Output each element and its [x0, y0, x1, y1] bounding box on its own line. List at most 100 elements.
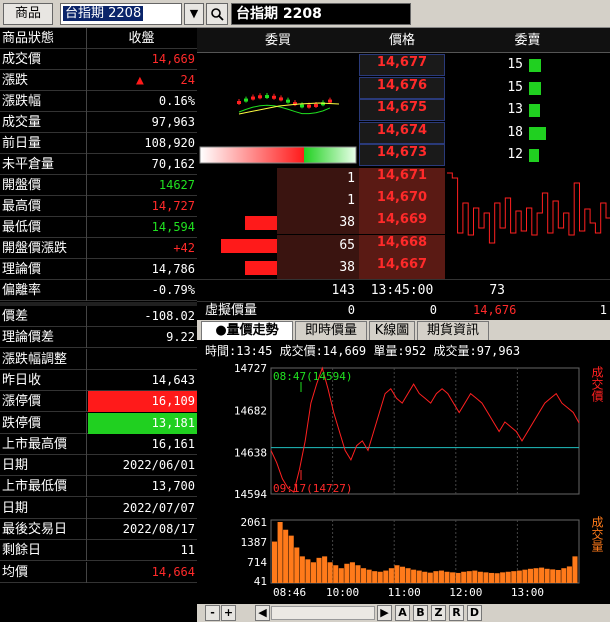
quote-label: 開盤價: [0, 175, 87, 196]
volume-tick-label: 41: [254, 575, 267, 588]
tab-0[interactable]: ●量價走勢: [201, 321, 293, 340]
volume-bar: [455, 572, 461, 583]
ask-price[interactable]: 14,676: [359, 76, 445, 99]
ask-qty: 12: [507, 147, 523, 162]
quote-value-text: 108,920: [144, 136, 195, 150]
quote-row: 上市最低價 13,700: [0, 476, 197, 498]
bid-qty: 38: [277, 212, 359, 235]
search-icon[interactable]: [206, 3, 228, 25]
quote-row: 價差 -108.02: [0, 306, 197, 327]
high-annotation: 09:17(14727): [273, 482, 352, 495]
quote-header-row: 商品狀態 收盤: [0, 28, 197, 49]
volume-bar: [299, 556, 305, 583]
quote-row: 理論價 14,786: [0, 259, 197, 280]
quote-value: +42: [88, 238, 197, 259]
quote-value-text: +42: [173, 241, 195, 255]
quote-row: 跌停價 13,181: [0, 412, 197, 434]
ask-volume-bar: [529, 126, 546, 140]
time-tick-label: 08:46: [273, 586, 306, 599]
bid-total: 143: [277, 280, 359, 302]
volume-bar: [327, 562, 333, 583]
quote-label: 最高價: [0, 196, 87, 217]
a-button[interactable]: A: [395, 605, 410, 621]
volume-bar: [388, 568, 394, 583]
zoom-out-button[interactable]: -: [205, 605, 220, 621]
volume-bar: [488, 572, 495, 583]
bid-qty: 1: [277, 168, 359, 190]
ask-price[interactable]: 14,673: [359, 144, 445, 166]
r-button[interactable]: R: [449, 605, 464, 621]
quote-value-text: 13,181: [151, 415, 195, 430]
volume-bar: [544, 568, 550, 583]
bid-price[interactable]: 14,667: [359, 256, 445, 279]
ask-volume-bar: [529, 59, 541, 72]
bid-price[interactable]: 14,669: [359, 212, 445, 235]
low-annotation: 08:47(14594): [273, 370, 352, 383]
quote-value: 14,594: [88, 217, 197, 238]
tab-2[interactable]: K線圖: [369, 321, 415, 340]
quote-value-text: 13,700: [151, 479, 195, 494]
quote-label: 成交價: [0, 49, 87, 70]
scroll-left-button[interactable]: ◀: [255, 605, 270, 621]
quote-value: 2022/06/01: [88, 455, 197, 476]
bid-price[interactable]: 14,671: [359, 168, 445, 190]
mini-candle: [314, 103, 318, 107]
quote-value: [88, 349, 197, 370]
quote-value-text: 14,664: [151, 564, 195, 579]
time-tick-label: 11:00: [388, 586, 421, 599]
ask-header: 委賣: [445, 28, 610, 53]
chevron-down-icon[interactable]: ▼: [184, 3, 204, 25]
b-button[interactable]: B: [413, 605, 428, 621]
bid-qty: 38: [277, 256, 359, 279]
quote-value: 2022/07/07: [88, 498, 197, 519]
quote-value-text: 24: [180, 73, 195, 87]
z-button[interactable]: Z: [431, 605, 446, 621]
quote-value-text: 9.22: [166, 330, 195, 345]
quote-row: 昨日收 14,643: [0, 369, 197, 391]
ask-price[interactable]: 14,674: [359, 121, 445, 144]
quote-label: 成交量: [0, 112, 87, 133]
mini-candle: [279, 97, 283, 101]
scroll-right-button[interactable]: ▶: [377, 605, 392, 621]
quote-value: ▲ 24: [88, 70, 197, 91]
quote-row: 偏離率 -0.79%: [0, 280, 197, 301]
volume-bar: [561, 568, 567, 583]
quote-row: 漲跌幅調整: [0, 348, 197, 370]
quote-value-text: 0.16%: [158, 94, 195, 108]
bid-volume-bar: [244, 260, 277, 275]
volume-bar: [472, 570, 478, 583]
quote-row: 日期 2022/06/01: [0, 455, 197, 477]
time-tick-label: 13:00: [511, 586, 544, 599]
ask-price[interactable]: 14,677: [359, 54, 445, 76]
volume-bar: [466, 571, 472, 583]
quote-row: 未平倉量 70,162: [0, 154, 197, 175]
product-button[interactable]: 商品: [3, 3, 53, 25]
volume-bar: [438, 570, 444, 583]
tab-3[interactable]: 期貨資訊: [417, 321, 489, 340]
tab-1[interactable]: 即時價量: [295, 321, 367, 340]
quote-row: 均價 14,664: [0, 561, 197, 583]
quote-value-text: 14,727: [151, 199, 195, 213]
sim-ask: 1: [599, 303, 607, 317]
bid-price[interactable]: 14,668: [359, 234, 445, 257]
volume-bar: [272, 541, 278, 583]
quote-label: 昨日收: [0, 369, 87, 391]
zoom-in-button[interactable]: +: [221, 605, 236, 621]
bid-price[interactable]: 14,670: [359, 190, 445, 213]
symbol-combo[interactable]: 台指期 2208: [60, 3, 182, 25]
scroll-track[interactable]: [271, 606, 375, 620]
ask-price[interactable]: 14,675: [359, 99, 445, 121]
volume-bar: [294, 547, 300, 583]
mini-candle: [251, 96, 255, 100]
time-tick-label: 12:00: [449, 586, 482, 599]
product-title: 台指期 2208: [231, 3, 411, 25]
volume-side-label: 成交量: [590, 516, 604, 552]
quote-row: 開盤價漲跌 +42: [0, 238, 197, 259]
bid-qty: 65: [277, 234, 359, 257]
volume-bar: [450, 572, 456, 583]
d-button[interactable]: D: [467, 605, 482, 621]
quote-label: 價差: [0, 306, 87, 327]
tick-chart: [447, 172, 610, 244]
volume-bar: [539, 567, 545, 583]
price-tick-label: 14727: [234, 362, 267, 375]
